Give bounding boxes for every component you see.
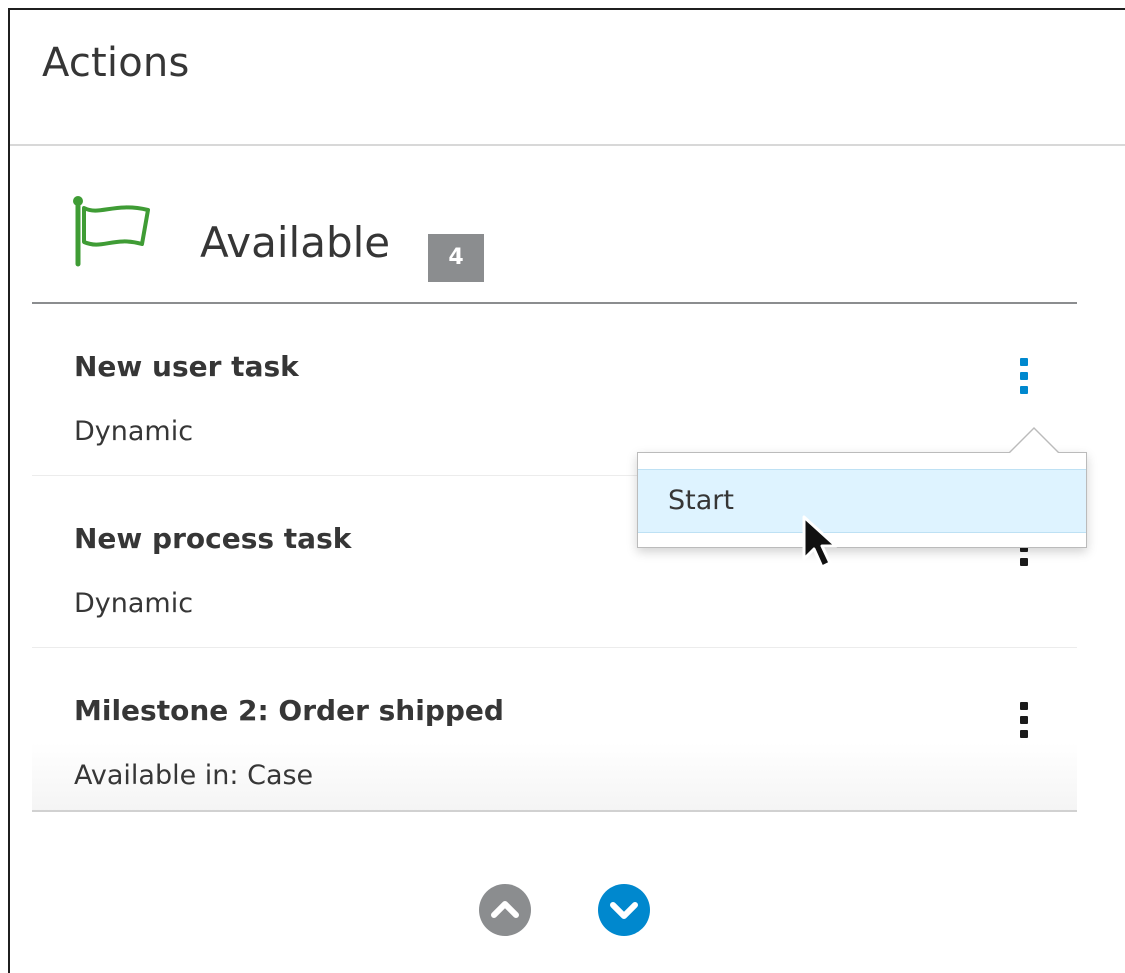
count-badge: 4 xyxy=(428,234,484,282)
mouse-cursor-icon xyxy=(802,515,838,569)
panel-title: Actions xyxy=(42,40,190,86)
panel-header: Actions xyxy=(10,10,1125,146)
list-item: New user task Dynamic xyxy=(32,304,1077,476)
pager xyxy=(0,884,1125,944)
actions-dropdown-menu: Start xyxy=(637,427,1087,548)
section-title: Available xyxy=(200,218,391,267)
kebab-icon[interactable] xyxy=(1012,698,1036,746)
item-name: Milestone 2: Order shipped xyxy=(74,694,504,727)
item-name: New process task xyxy=(74,522,352,555)
item-subtitle: Dynamic xyxy=(74,588,194,619)
dropdown-arrow-fill xyxy=(1009,429,1059,454)
item-subtitle: Dynamic xyxy=(74,416,194,447)
available-list: New user task Dynamic New process task D… xyxy=(32,304,1077,812)
item-name: New user task xyxy=(74,350,299,383)
kebab-icon[interactable] xyxy=(1012,354,1036,402)
menu-item-start[interactable]: Start xyxy=(638,469,1086,533)
chevron-up-icon[interactable] xyxy=(479,884,531,936)
flag-icon xyxy=(73,196,150,267)
item-subtitle: Available in: Case xyxy=(74,760,314,791)
available-section-header: Available 4 xyxy=(32,170,1077,304)
chevron-down-icon[interactable] xyxy=(598,884,650,936)
list-item: Milestone 2: Order shipped Available in:… xyxy=(32,648,1077,810)
